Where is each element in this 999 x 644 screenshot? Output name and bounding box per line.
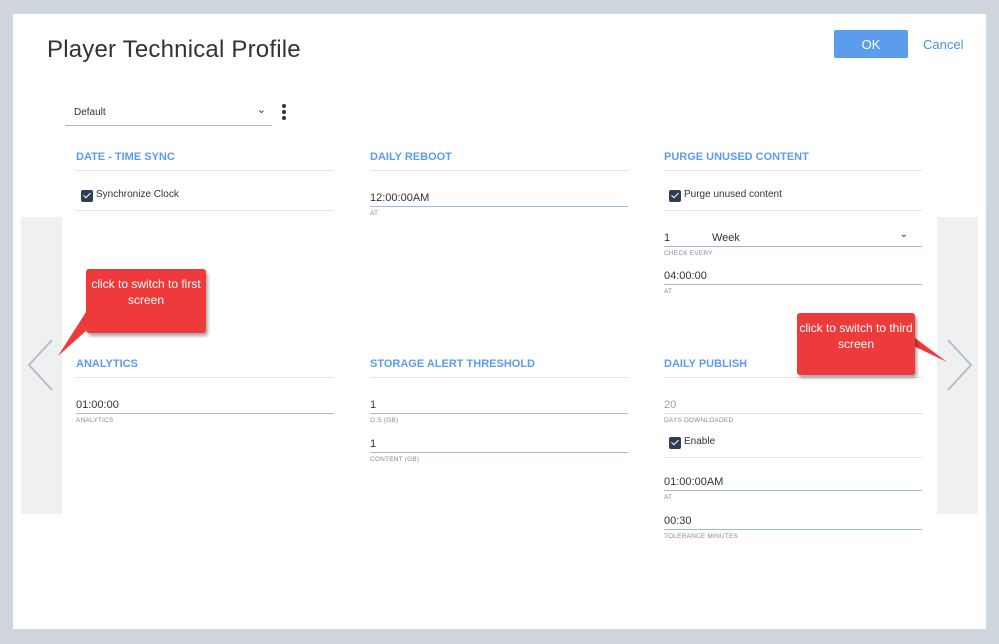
dialog-title: Player Technical Profile: [47, 36, 301, 63]
profile-select[interactable]: Default ⌄: [65, 102, 272, 126]
profile-select-value: Default: [74, 107, 106, 118]
section-title: STORAGE ALERT THRESHOLD: [370, 358, 628, 378]
callout-right: click to switch to third screen: [797, 313, 915, 375]
check-every-input[interactable]: 1: [664, 229, 922, 247]
purge-at-input[interactable]: 04:00:00: [664, 267, 922, 285]
os-gb-input[interactable]: 1: [370, 396, 628, 414]
check-every-field[interactable]: 1 Week ⌄ CHECK EVERY: [664, 229, 922, 257]
checkbox-label: Synchronize Clock: [96, 189, 179, 200]
analytics-field[interactable]: 01:00:00 ANALYTICS: [76, 396, 334, 424]
enable-publish-checkbox[interactable]: Enable: [664, 430, 922, 458]
daily-reboot-at-input[interactable]: 12:00:00AM: [370, 189, 628, 207]
days-downloaded-field: 20 DAYS DOWNLOADED: [664, 396, 922, 424]
content-gb-field[interactable]: 1 CONTENT (GB): [370, 435, 628, 463]
analytics-input[interactable]: 01:00:00: [76, 396, 334, 414]
field-label: CONTENT (GB): [370, 456, 420, 463]
section-title: DATE - TIME SYNC: [76, 151, 334, 171]
chevron-left-icon: [27, 339, 53, 391]
field-label: O.S (GB): [370, 417, 399, 424]
field-label: ANALYTICS: [76, 417, 114, 424]
synchronize-clock-checkbox[interactable]: Synchronize Clock: [76, 183, 334, 211]
analytics-section: ANALYTICS 01:00:00 ANALYTICS: [76, 358, 334, 424]
publish-at-input[interactable]: 01:00:00AM: [664, 473, 922, 491]
section-title: PURGE UNUSED CONTENT: [664, 151, 922, 171]
chevron-down-icon[interactable]: ⌄: [900, 229, 908, 240]
field-label: TOLERANCE MINUTES: [664, 533, 739, 540]
purge-at-field[interactable]: 04:00:00 AT: [664, 267, 922, 295]
previous-screen-button[interactable]: [21, 217, 62, 514]
field-label: CHECK EVERY: [664, 250, 713, 257]
checkbox-checked-icon: [81, 190, 93, 202]
daily-reboot-at-field[interactable]: 12:00:00AM AT: [370, 189, 628, 217]
more-options-icon[interactable]: [279, 104, 289, 122]
date-time-sync-section: DATE - TIME SYNC Synchronize Clock: [76, 151, 334, 211]
ok-button[interactable]: OK: [834, 30, 908, 58]
purge-unused-content-checkbox[interactable]: Purge unused content: [664, 183, 922, 211]
cancel-button[interactable]: Cancel: [923, 37, 963, 52]
tolerance-minutes-input[interactable]: 00:30: [664, 512, 922, 530]
field-label: DAYS DOWNLOADED: [664, 417, 734, 424]
field-label: AT: [370, 210, 379, 217]
checkbox-label: Enable: [684, 436, 716, 447]
chevron-down-icon: ⌄: [256, 104, 266, 116]
daily-reboot-section: DAILY REBOOT 12:00:00AM AT: [370, 151, 628, 217]
check-every-unit-select[interactable]: Week: [712, 232, 740, 244]
purge-unused-content-section: PURGE UNUSED CONTENT Purge unused conten…: [664, 151, 922, 295]
content-gb-input[interactable]: 1: [370, 435, 628, 453]
callout-left: click to switch to first screen: [86, 269, 206, 333]
section-title: ANALYTICS: [76, 358, 334, 378]
checkbox-label: Purge unused content: [684, 189, 782, 200]
section-title: DAILY REBOOT: [370, 151, 628, 171]
checkbox-checked-icon: [669, 190, 681, 202]
tolerance-minutes-field[interactable]: 00:30 TOLERANCE MINUTES: [664, 512, 922, 540]
days-downloaded-input: 20: [664, 396, 922, 414]
os-gb-field[interactable]: 1 O.S (GB): [370, 396, 628, 424]
publish-at-field[interactable]: 01:00:00AM AT: [664, 473, 922, 501]
storage-alert-threshold-section: STORAGE ALERT THRESHOLD 1 O.S (GB) 1 CON…: [370, 358, 628, 463]
checkbox-checked-icon: [669, 437, 681, 449]
field-label: AT: [664, 288, 673, 295]
field-label: AT: [664, 494, 673, 501]
